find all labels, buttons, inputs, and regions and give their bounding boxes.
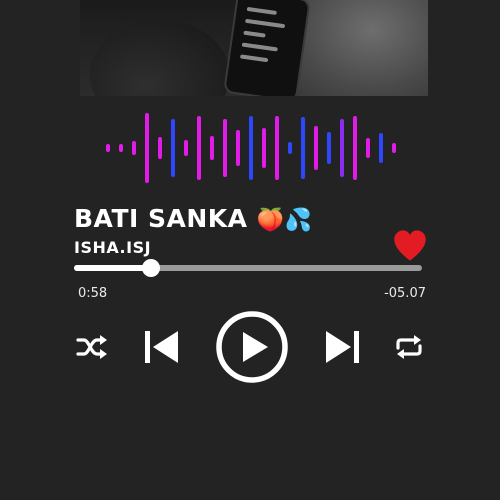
waveform-bar — [392, 143, 396, 153]
heart-icon[interactable] — [392, 228, 428, 262]
waveform-bar — [119, 144, 123, 152]
waveform-bar — [223, 119, 227, 177]
play-icon — [243, 332, 268, 362]
waveform-bar — [314, 126, 318, 170]
waveform-bar — [210, 136, 214, 160]
progress-fill — [74, 265, 151, 271]
remaining-time: -05.07 — [384, 286, 426, 301]
audio-waveform — [0, 0, 500, 200]
waveform-bar — [275, 116, 279, 180]
waveform-bar — [171, 119, 175, 177]
waveform-bar — [262, 128, 266, 168]
waveform-bar — [236, 130, 240, 166]
waveform-bar — [288, 142, 292, 154]
play-button[interactable] — [214, 309, 290, 385]
track-artist: ISHA.ISJ — [74, 238, 152, 257]
waveform-bar — [340, 119, 344, 177]
waveform-bar — [301, 117, 305, 179]
track-title-emojis: 🍑💦 — [256, 208, 313, 233]
progress-bar[interactable] — [74, 259, 422, 277]
progress-knob[interactable] — [141, 259, 160, 277]
waveform-bar — [353, 116, 357, 180]
waveform-bar — [132, 141, 136, 155]
waveform-bar — [327, 132, 331, 164]
waveform-bar — [197, 116, 201, 180]
waveform-bar — [145, 113, 149, 183]
track-title: BATI SANKA 🍑💦 — [74, 204, 313, 233]
skip-next-icon[interactable] — [324, 329, 360, 365]
waveform-bar — [184, 140, 188, 156]
waveform-bar — [249, 116, 253, 180]
waveform-bar — [106, 144, 110, 152]
waveform-bar — [366, 138, 370, 158]
waveform-bar — [379, 133, 383, 163]
track-title-text: BATI SANKA — [74, 204, 248, 233]
skip-previous-icon[interactable] — [144, 329, 180, 365]
waveform-bar — [158, 137, 162, 159]
repeat-icon[interactable] — [394, 334, 424, 360]
elapsed-time: 0:58 — [78, 286, 108, 301]
shuffle-icon[interactable] — [76, 334, 108, 360]
